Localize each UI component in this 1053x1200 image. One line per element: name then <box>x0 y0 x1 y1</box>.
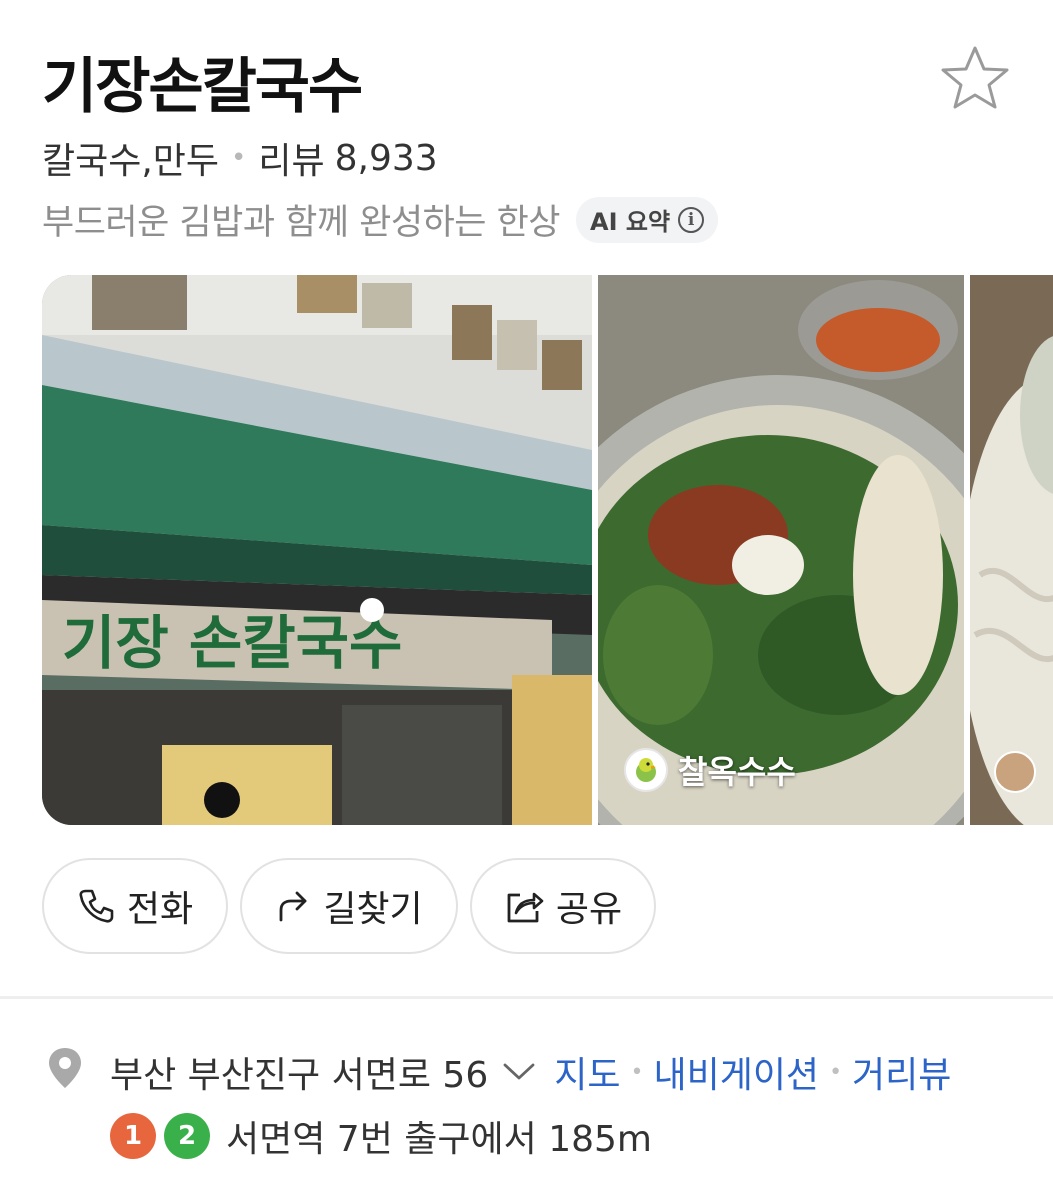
ai-summary-label: AI 요약 <box>590 208 671 236</box>
address-row: 부산 부산진구 서면로 56 지도 • 내비게이션 • 거리뷰 <box>110 1046 951 1098</box>
photo-gallery[interactable]: 기장 손칼국수 찰옥수수 <box>42 275 1053 825</box>
photo-noodles[interactable] <box>970 275 1053 825</box>
place-meta: 칼국수,만두 • 리뷰 8,933 <box>42 132 438 184</box>
info-icon: i <box>678 206 705 233</box>
place-title: 기장손칼국수 <box>42 52 363 122</box>
photo-storefront[interactable]: 기장 손칼국수 <box>42 275 592 825</box>
share-label: 공유 <box>555 889 623 930</box>
credit-name: 찰옥수수 <box>678 753 796 791</box>
directions-label: 길찾기 <box>323 889 423 930</box>
ai-summary-chip[interactable]: AI 요약 i <box>576 196 719 243</box>
share-button[interactable]: 공유 <box>470 858 656 954</box>
subway-text: 서면역 7번 출구에서 185m <box>226 1119 652 1160</box>
storefront-sign: 기장 손칼국수 <box>62 609 402 677</box>
review-count[interactable]: 8,933 <box>335 138 438 179</box>
address-text[interactable]: 부산 부산진구 서면로 56 <box>110 1046 488 1098</box>
photo-dish[interactable]: 찰옥수수 <box>598 275 964 825</box>
subway-line-1-badge: 1 <box>110 1113 156 1159</box>
navigation-link[interactable]: 내비게이션 <box>653 1046 819 1098</box>
category-text: 칼국수,만두 <box>42 141 220 182</box>
directions-arrow-icon <box>279 891 307 922</box>
kalguksu-image <box>598 275 964 825</box>
chevron-down-icon[interactable] <box>502 1062 536 1082</box>
separator-dot: • <box>231 143 247 173</box>
subway-line-2-badge: 2 <box>164 1113 210 1159</box>
star-outline-icon <box>941 46 1009 109</box>
location-pin-icon <box>46 1046 84 1094</box>
parrot-avatar-icon <box>624 748 668 792</box>
favorite-button[interactable] <box>940 44 1010 110</box>
summary-text: 부드러운 김밥과 함께 완성하는 한상 <box>42 203 561 243</box>
separator-dot: • <box>829 1059 843 1085</box>
call-button[interactable]: 전화 <box>42 858 228 954</box>
map-link[interactable]: 지도 <box>554 1046 620 1098</box>
summary-row: 부드러운 김밥과 함께 완성하는 한상 AI 요약 i <box>42 194 719 245</box>
phone-icon <box>79 889 114 923</box>
review-label[interactable]: 리뷰 <box>258 132 324 184</box>
action-bar: 전화 길찾기 공유 <box>42 858 656 954</box>
share-icon <box>507 892 544 923</box>
reviewer-avatar <box>994 751 1036 793</box>
photo-credit[interactable]: 찰옥수수 <box>624 747 796 793</box>
streetview-link[interactable]: 거리뷰 <box>852 1046 951 1098</box>
subway-info: 1 2 서면역 7번 출구에서 185m <box>110 1110 652 1162</box>
directions-button[interactable]: 길찾기 <box>240 858 458 954</box>
call-label: 전화 <box>126 889 194 930</box>
storefront-image: 기장 손칼국수 <box>42 275 592 825</box>
separator-dot: • <box>630 1059 644 1085</box>
noodles-image <box>970 275 1053 825</box>
section-divider <box>0 996 1053 999</box>
